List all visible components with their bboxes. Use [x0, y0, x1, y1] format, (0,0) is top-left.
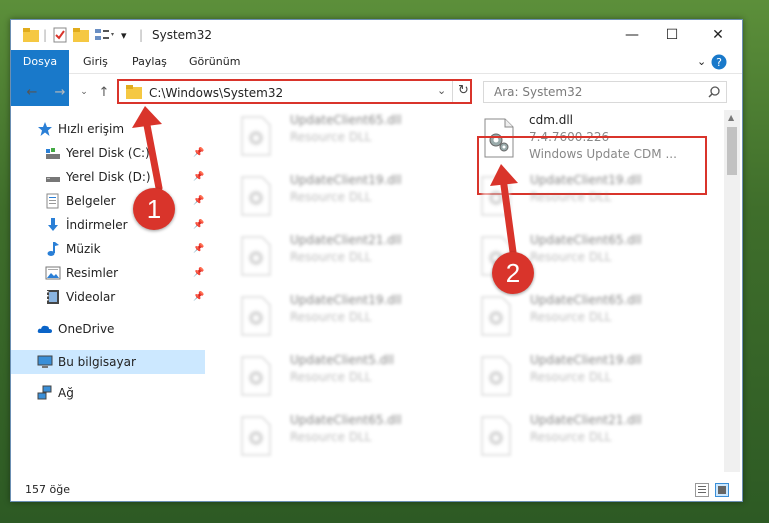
step-1-badge: 1	[133, 188, 175, 230]
annotation-arrows	[132, 106, 518, 256]
step-2-badge: 2	[492, 252, 534, 294]
